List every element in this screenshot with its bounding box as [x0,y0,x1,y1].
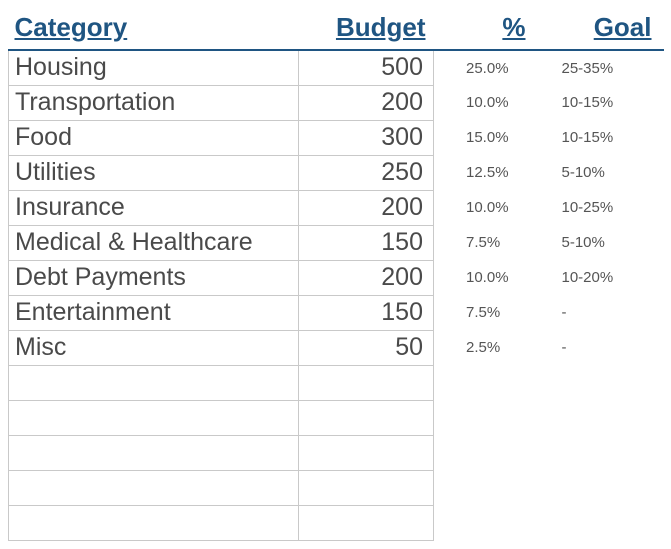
cell-percent [434,505,554,540]
cell-category: Transportation [9,85,299,120]
table-row: Medical & Healthcare1507.5%5-10% [9,225,664,260]
cell-budget: 150 [299,225,434,260]
header-category: Category [9,8,299,50]
cell-goal: 10-15% [554,85,664,120]
cell-category: Housing [9,50,299,85]
header-budget: Budget [299,8,434,50]
table-row: Debt Payments20010.0%10-20% [9,260,664,295]
cell-category: Misc [9,330,299,365]
cell-budget [299,400,434,435]
cell-percent [434,435,554,470]
cell-percent [434,400,554,435]
table-row: Misc502.5%- [9,330,664,365]
cell-goal [554,505,664,540]
cell-percent [434,365,554,400]
header-row: Category Budget % Goal [9,8,664,50]
cell-goal: 10-25% [554,190,664,225]
cell-budget [299,365,434,400]
header-goal: Goal [554,8,664,50]
cell-category: Insurance [9,190,299,225]
cell-budget [299,470,434,505]
table-row [9,365,664,400]
cell-goal: 5-10% [554,225,664,260]
cell-percent: 7.5% [434,225,554,260]
cell-category [9,470,299,505]
cell-goal: - [554,295,664,330]
table-row: Entertainment1507.5%- [9,295,664,330]
table-row [9,505,664,540]
cell-goal: 10-15% [554,120,664,155]
cell-percent: 10.0% [434,260,554,295]
cell-category [9,365,299,400]
cell-budget: 500 [299,50,434,85]
table-row: Utilities25012.5%5-10% [9,155,664,190]
cell-percent: 12.5% [434,155,554,190]
table-row [9,435,664,470]
cell-percent: 10.0% [434,85,554,120]
cell-percent: 10.0% [434,190,554,225]
cell-goal: 10-20% [554,260,664,295]
cell-goal [554,435,664,470]
cell-budget [299,505,434,540]
cell-budget: 200 [299,190,434,225]
cell-goal: 25-35% [554,50,664,85]
cell-percent [434,470,554,505]
cell-budget: 200 [299,260,434,295]
cell-category: Debt Payments [9,260,299,295]
cell-goal: - [554,330,664,365]
cell-category [9,400,299,435]
table-row: Housing50025.0%25-35% [9,50,664,85]
table-row [9,470,664,505]
cell-goal: 5-10% [554,155,664,190]
cell-percent: 25.0% [434,50,554,85]
cell-category [9,435,299,470]
cell-budget: 300 [299,120,434,155]
cell-category [9,505,299,540]
cell-budget [299,435,434,470]
cell-percent: 2.5% [434,330,554,365]
cell-budget: 150 [299,295,434,330]
budget-table: Category Budget % Goal Housing50025.0%25… [8,8,664,541]
cell-percent: 15.0% [434,120,554,155]
cell-category: Food [9,120,299,155]
table-row: Food30015.0%10-15% [9,120,664,155]
cell-goal [554,400,664,435]
cell-budget: 200 [299,85,434,120]
cell-goal [554,365,664,400]
cell-goal [554,470,664,505]
cell-category: Medical & Healthcare [9,225,299,260]
cell-percent: 7.5% [434,295,554,330]
table-row [9,400,664,435]
table-row: Transportation20010.0%10-15% [9,85,664,120]
table-row: Insurance20010.0%10-25% [9,190,664,225]
cell-budget: 50 [299,330,434,365]
header-percent: % [434,8,554,50]
cell-category: Entertainment [9,295,299,330]
cell-budget: 250 [299,155,434,190]
cell-category: Utilities [9,155,299,190]
